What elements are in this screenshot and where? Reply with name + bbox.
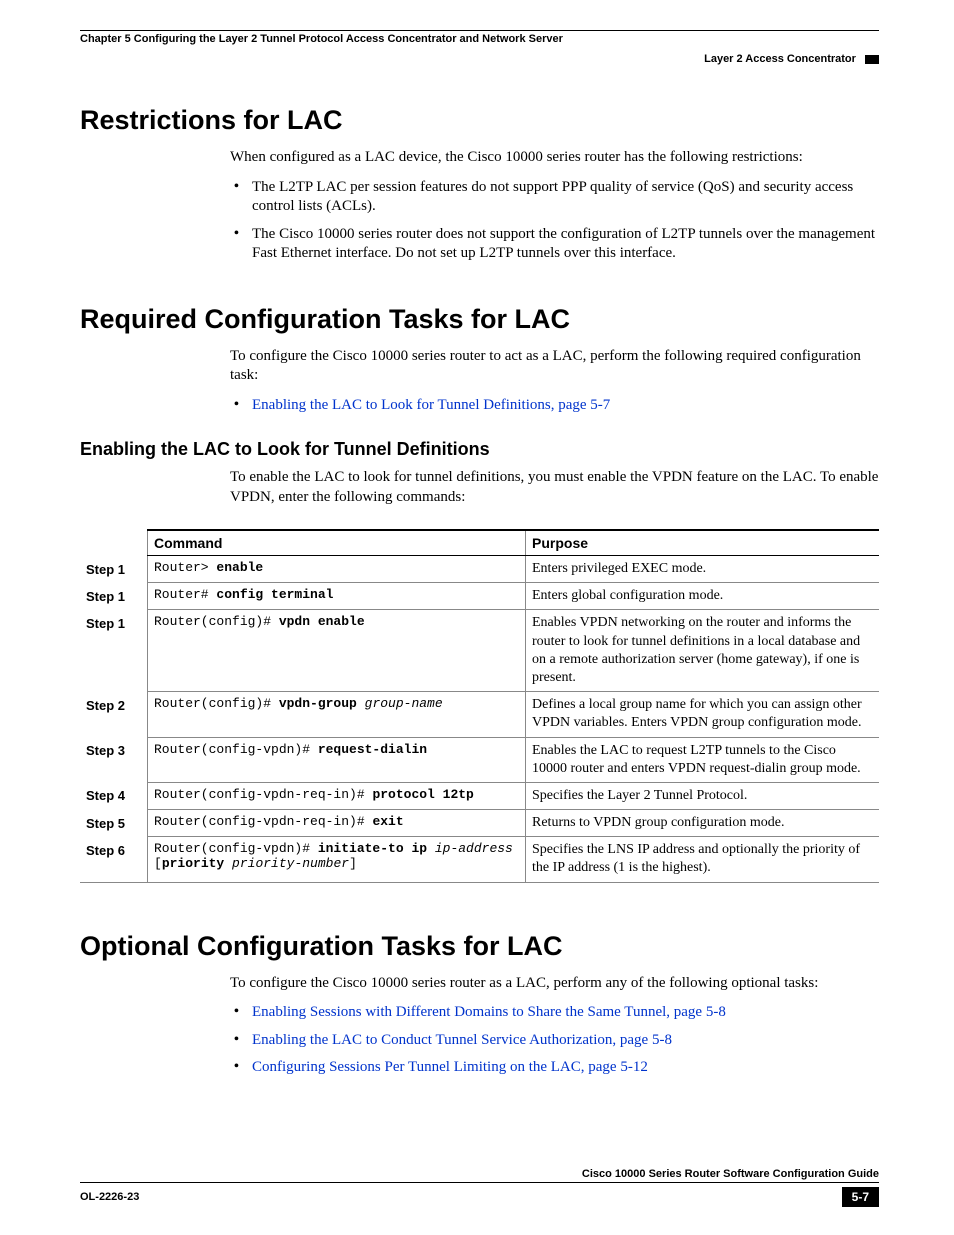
link-tunnel-auth[interactable]: Enabling the LAC to Conduct Tunnel Servi… — [252, 1032, 672, 1048]
heading-restrictions: Restrictions for LAC — [80, 105, 879, 136]
footer-title: Cisco 10000 Series Router Software Confi… — [80, 1168, 879, 1183]
optional-link-item: Configuring Sessions Per Tunnel Limiting… — [230, 1058, 879, 1078]
table-row: Step 1 Router# config terminal Enters gl… — [80, 583, 879, 610]
step-label: Step 2 — [80, 692, 148, 737]
restriction-item: The L2TP LAC per session features do not… — [230, 178, 879, 217]
subsection-intro: To enable the LAC to look for tunnel def… — [230, 468, 879, 507]
step-label: Step 1 — [80, 610, 148, 692]
required-intro: To configure the Cisco 10000 series rout… — [230, 347, 879, 386]
command-header: Command — [148, 530, 526, 556]
purpose-cell: Enters global configuration mode. — [526, 583, 880, 610]
required-link-item: Enabling the LAC to Look for Tunnel Defi… — [230, 396, 879, 416]
section-name: Layer 2 Access Concentrator — [704, 53, 856, 65]
table-row: Step 3 Router(config-vpdn)# request-dial… — [80, 737, 879, 782]
table-row: Step 1 Router> enable Enters privileged … — [80, 556, 879, 583]
purpose-cell: Specifies the LNS IP address and optiona… — [526, 837, 880, 882]
command-cell: Router(config-vpdn)# initiate-to ip ip-a… — [148, 837, 526, 882]
optional-link-item: Enabling Sessions with Different Domains… — [230, 1003, 879, 1023]
purpose-cell: Specifies the Layer 2 Tunnel Protocol. — [526, 782, 880, 809]
optional-body: To configure the Cisco 10000 series rout… — [230, 974, 879, 1078]
step-header — [80, 530, 148, 556]
purpose-cell: Enables the LAC to request L2TP tunnels … — [526, 737, 880, 782]
command-cell: Router# config terminal — [148, 583, 526, 610]
command-cell: Router(config-vpdn-req-in)# exit — [148, 810, 526, 837]
table-row: Step 4 Router(config-vpdn-req-in)# proto… — [80, 782, 879, 809]
step-label: Step 1 — [80, 583, 148, 610]
optional-link-item: Enabling the LAC to Conduct Tunnel Servi… — [230, 1031, 879, 1051]
chapter-header: Chapter 5 Configuring the Layer 2 Tunnel… — [80, 33, 879, 45]
heading-required-tasks: Required Configuration Tasks for LAC — [80, 304, 879, 335]
document-page: Chapter 5 Configuring the Layer 2 Tunnel… — [0, 0, 954, 1235]
step-label: Step 3 — [80, 737, 148, 782]
subsection-body: To enable the LAC to look for tunnel def… — [230, 468, 879, 507]
step-label: Step 4 — [80, 782, 148, 809]
link-share-tunnel[interactable]: Enabling Sessions with Different Domains… — [252, 1004, 726, 1020]
step-label: Step 6 — [80, 837, 148, 882]
section-header: Layer 2 Access Concentrator — [80, 53, 879, 65]
page-footer: Cisco 10000 Series Router Software Confi… — [80, 1168, 879, 1207]
doc-number: OL-2226-23 — [80, 1191, 139, 1203]
table-header-row: Command Purpose — [80, 530, 879, 556]
restrictions-intro: When configured as a LAC device, the Cis… — [230, 148, 879, 168]
restriction-item: The Cisco 10000 series router does not s… — [230, 225, 879, 264]
required-body: To configure the Cisco 10000 series rout… — [230, 347, 879, 416]
page-number: 5-7 — [842, 1187, 879, 1207]
table-row: Step 6 Router(config-vpdn)# initiate-to … — [80, 837, 879, 882]
purpose-cell: Enables VPDN networking on the router an… — [526, 610, 880, 692]
command-cell: Router(config-vpdn)# request-dialin — [148, 737, 526, 782]
command-cell: Router(config)# vpdn-group group-name — [148, 692, 526, 737]
restrictions-body: When configured as a LAC device, the Cis… — [230, 148, 879, 264]
table-row: Step 2 Router(config)# vpdn-group group-… — [80, 692, 879, 737]
command-cell: Router(config-vpdn-req-in)# protocol 12t… — [148, 782, 526, 809]
step-label: Step 5 — [80, 810, 148, 837]
command-table: Command Purpose Step 1 Router> enable En… — [80, 529, 879, 883]
top-rule — [80, 30, 879, 31]
command-cell: Router> enable — [148, 556, 526, 583]
table-row: Step 1 Router(config)# vpdn enable Enabl… — [80, 610, 879, 692]
step-label: Step 1 — [80, 556, 148, 583]
table-row: Step 5 Router(config-vpdn-req-in)# exit … — [80, 810, 879, 837]
subheading-enable-tunnel: Enabling the LAC to Look for Tunnel Defi… — [80, 439, 879, 460]
optional-intro: To configure the Cisco 10000 series rout… — [230, 974, 879, 994]
link-enable-tunnel-defs[interactable]: Enabling the LAC to Look for Tunnel Defi… — [252, 397, 610, 413]
purpose-cell: Enters privileged EXEC mode. — [526, 556, 880, 583]
command-cell: Router(config)# vpdn enable — [148, 610, 526, 692]
heading-optional-tasks: Optional Configuration Tasks for LAC — [80, 931, 879, 962]
link-sessions-limit[interactable]: Configuring Sessions Per Tunnel Limiting… — [252, 1059, 648, 1075]
header-marker — [865, 55, 879, 64]
purpose-cell: Returns to VPDN group configuration mode… — [526, 810, 880, 837]
purpose-cell: Defines a local group name for which you… — [526, 692, 880, 737]
purpose-header: Purpose — [526, 530, 880, 556]
